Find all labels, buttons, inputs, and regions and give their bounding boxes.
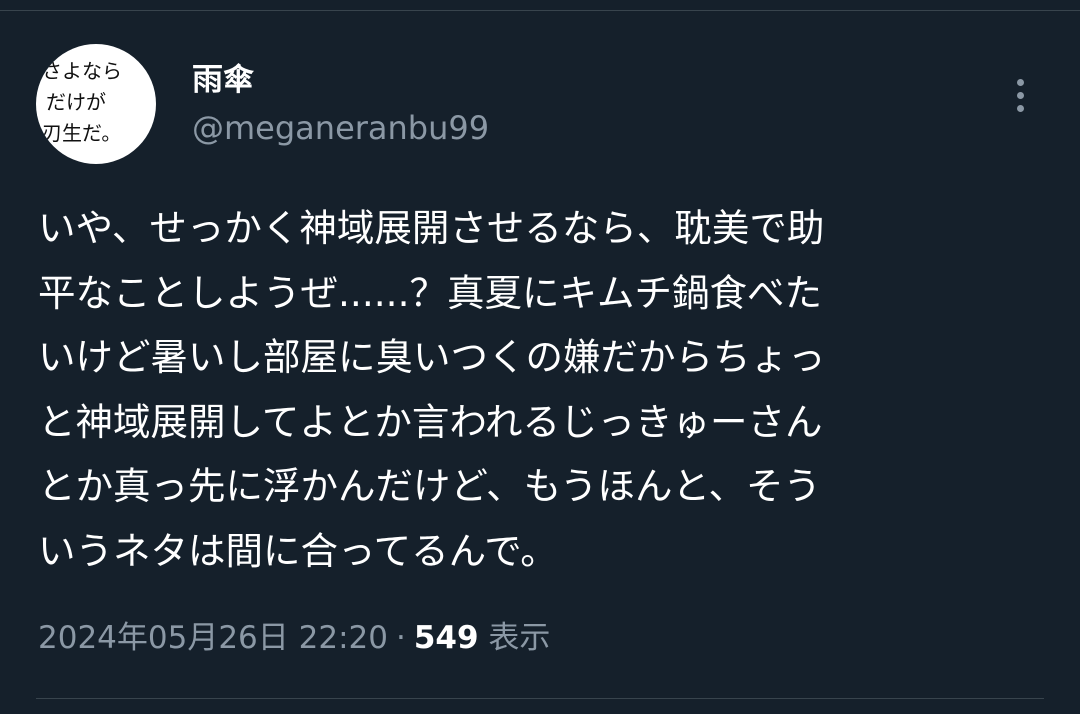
author-display-name[interactable]: 雨傘	[192, 60, 254, 100]
more-vertical-icon	[1016, 91, 1024, 99]
tweet-text-line: いうネタは間に合ってるんで。	[38, 528, 558, 573]
bottom-divider	[36, 698, 1044, 699]
tweet-text: いや、せっかく神域展開させるなら、耽美で助 平なことしようぜ......？真夏に…	[38, 196, 1038, 583]
more-vertical-icon	[1016, 78, 1024, 86]
avatar-text-line: 刃生だ。	[42, 121, 122, 145]
tweet-text-line: とか真っ先に浮かんだけど、もうほんと、そう	[38, 464, 821, 508]
tweet-timestamp[interactable]: 2024年05月26日 22:20	[38, 620, 388, 656]
tweet-text-line: いけど暑いし部屋に臭いつくの嫌だからちょっ	[38, 335, 826, 379]
tweet-meta: 2024年05月26日 22:20 · 549 表示	[38, 616, 550, 660]
tweet-text-line: いや、せっかく神域展開させるなら、耽美で助	[38, 206, 825, 250]
avatar-text-line: さよなら	[42, 59, 122, 83]
top-divider	[0, 10, 1080, 11]
avatar-text-line: だけが	[46, 90, 106, 114]
views-label: 表示	[488, 620, 551, 656]
tweet-text-line: 平なことしようぜ......？真夏にキムチ鍋食べた	[38, 270, 823, 315]
avatar[interactable]: さよなら だけが 刃生だ。	[36, 44, 156, 164]
tweet-text-line: と神域展開してよとか言われるじっきゅーさん	[38, 399, 823, 444]
more-options-button[interactable]	[1000, 70, 1040, 120]
author-handle[interactable]: @meganeranbu99	[192, 108, 489, 148]
views-count: 549	[413, 620, 479, 656]
avatar-image-text: さよなら だけが 刃生だ。	[36, 44, 156, 164]
more-vertical-icon	[1016, 104, 1024, 112]
meta-separator: ·	[395, 620, 406, 656]
